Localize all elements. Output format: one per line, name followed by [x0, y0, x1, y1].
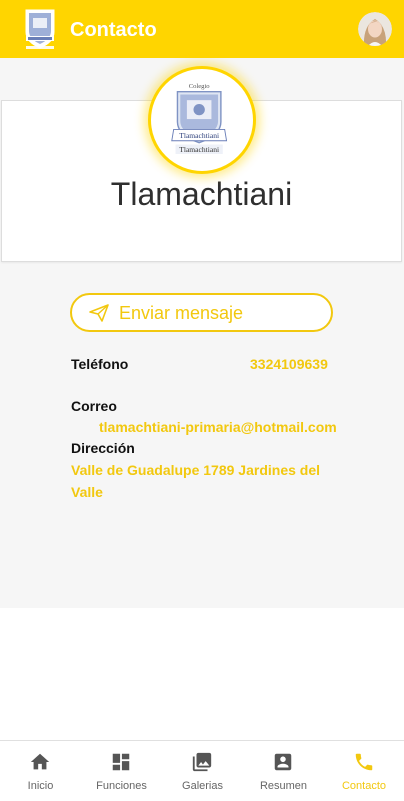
nav-label-galerias: Galerias	[182, 780, 223, 792]
nav-label-resumen: Resumen	[259, 780, 308, 792]
nav-item-funciones[interactable]: Funciones	[81, 741, 162, 801]
dashboard-icon	[112, 753, 130, 771]
address-line-1[interactable]: Valle de Guadalupe 1789 Jardines del	[71, 462, 320, 478]
email-label: Correo	[71, 398, 117, 414]
nav-item-inicio[interactable]: Inicio	[0, 741, 81, 801]
email-value[interactable]: tlamachtiani-primaria@hotmail.com	[99, 419, 337, 435]
app-bar-title: Contacto	[70, 19, 157, 41]
address-label: Dirección	[71, 440, 135, 456]
contact-content: Tlamachtiani Colegio Tlamachtiani Tlamac…	[0, 58, 404, 608]
school-crest-icon: Colegio Tlamachtiani Tlamachtiani	[171, 83, 228, 154]
home-icon	[30, 753, 50, 770]
contact-card-icon	[274, 753, 292, 771]
school-crest-badge: Colegio Tlamachtiani Tlamachtiani	[148, 66, 256, 174]
nav-item-contacto[interactable]: Contacto	[324, 741, 404, 801]
nav-label-inicio: Inicio	[27, 780, 54, 792]
send-message-button[interactable]: Enviar mensaje	[70, 293, 333, 332]
school-crest-icon	[25, 9, 55, 49]
user-avatar[interactable]	[358, 12, 392, 46]
app-bar: Contacto	[0, 0, 404, 58]
nav-item-resumen[interactable]: Resumen	[243, 741, 324, 801]
phone-value[interactable]: 3324109639	[250, 356, 328, 372]
school-name: Tlamachtiani	[110, 176, 293, 212]
paper-plane-icon	[89, 304, 109, 322]
nav-item-galerias[interactable]: Galerias	[162, 741, 243, 801]
bottom-navigation: Inicio Funciones Galerias Resumen Contac…	[0, 740, 404, 801]
crest-text-bottom-2: Tlamachtiani	[179, 145, 219, 154]
send-message-label: Enviar mensaje	[119, 303, 244, 323]
crest-text-bottom: Tlamachtiani	[179, 131, 219, 140]
nav-label-funciones: Funciones	[96, 780, 147, 792]
phone-icon	[355, 753, 373, 771]
nav-label-contacto: Contacto	[341, 780, 387, 792]
address-line-2[interactable]: Valle	[71, 484, 103, 500]
phone-label: Teléfono	[71, 356, 129, 372]
photo-icon	[192, 752, 212, 772]
crest-text-top: Colegio	[189, 83, 211, 90]
